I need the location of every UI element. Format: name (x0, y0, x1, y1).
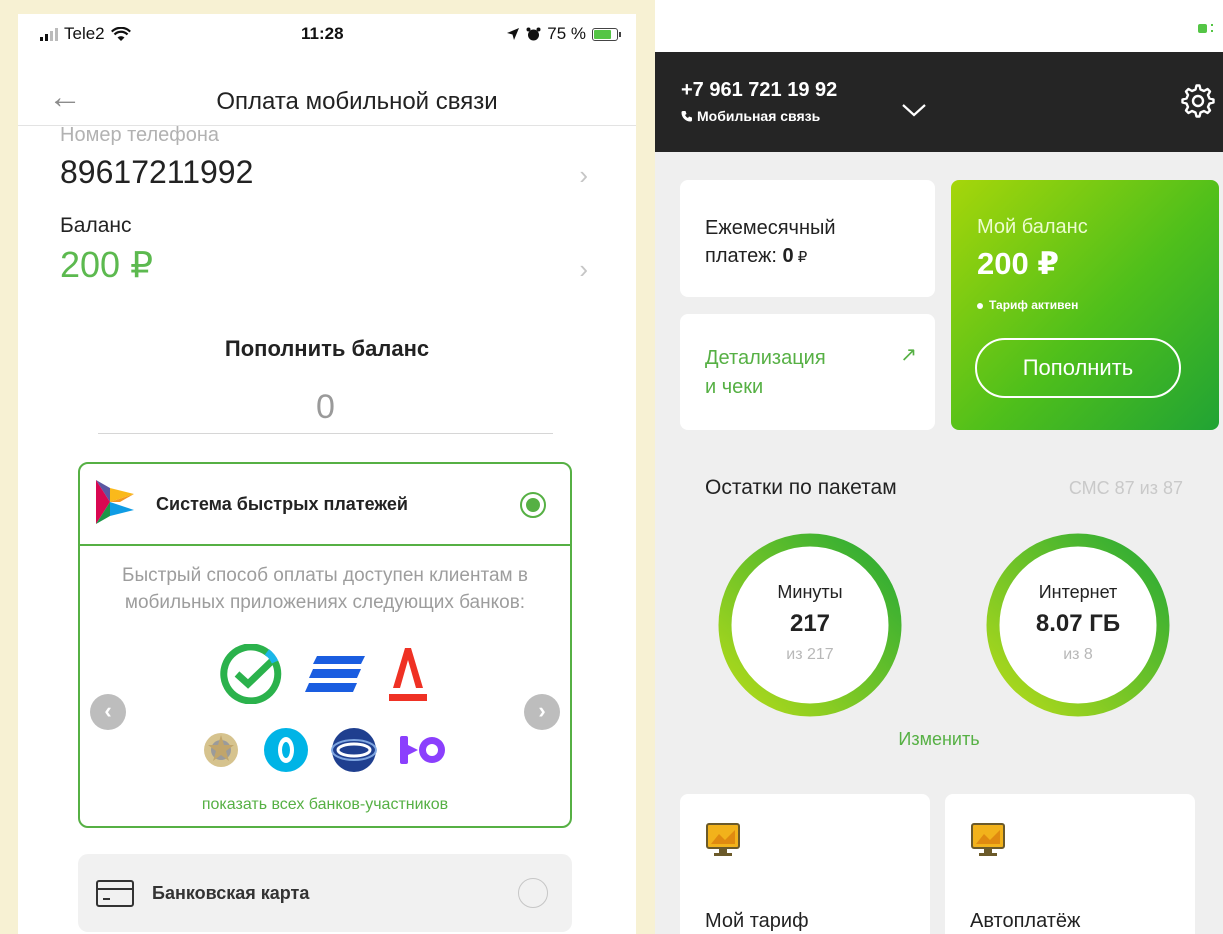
alfa-icon (389, 648, 427, 701)
sbp-logo-icon (96, 480, 134, 524)
otkritie-icon (264, 728, 308, 772)
phone-number-label: Номер телефона (60, 124, 220, 146)
gear-icon[interactable] (1181, 84, 1215, 118)
bank-card-option[interactable]: Банковская карта (78, 854, 572, 932)
alarm-icon (526, 27, 541, 40)
minutes-title: Минуты (777, 582, 843, 602)
status-bar (655, 0, 1223, 52)
location-icon (507, 28, 520, 40)
details-line1: Детализация (705, 347, 826, 369)
monthly-payment-amount: 0 (782, 245, 794, 267)
sbp-payment-option[interactable]: Система быстрых платежей Быстрый способ … (78, 462, 572, 828)
bank-card-label: Банковская карта (152, 883, 310, 903)
signal-icon (40, 27, 58, 41)
battery-percent: 75 % (547, 24, 586, 43)
external-arrow-icon: ↗ (900, 344, 917, 366)
sbp-title: Система быстрых платежей (156, 494, 408, 514)
vtb-icon (305, 656, 365, 692)
balance-label: Баланс (60, 214, 132, 237)
battery-icon (1198, 24, 1213, 33)
sbp-header[interactable]: Система быстрых платежей (80, 464, 570, 546)
chevron-down-icon[interactable] (901, 102, 927, 118)
chevron-right-icon[interactable]: › (579, 160, 588, 191)
my-balance-value: 200 ₽ (977, 246, 1059, 281)
autopay-tile[interactable]: Автоплатёж (945, 794, 1195, 934)
bank-card-radio[interactable] (518, 878, 548, 908)
monthly-payment-label: Ежемесячный (705, 217, 836, 239)
page-title: Оплата мобильной связи (216, 88, 498, 115)
monthly-payment-label-2: платеж: (705, 245, 783, 267)
internet-gauge[interactable]: Интернет 8.07 ГБ из 8 (983, 530, 1173, 720)
gazprombank-icon (331, 728, 377, 772)
bank-logos-row (80, 726, 570, 774)
autopay-label: Автоплатёж (970, 910, 1081, 932)
tariff-status: Тариф активен (977, 298, 1078, 312)
internet-total: из 8 (1063, 646, 1093, 663)
monthly-payment-currency: ₽ (793, 249, 808, 266)
monthly-payment-text: Ежемесячный платеж: 0 ₽ (705, 214, 836, 272)
left-screen: Tele2 11:28 75 % ← Оплата мобильной связ… (18, 14, 636, 934)
status-bar-left: Tele2 (40, 24, 131, 44)
details-line2: и чеки (705, 376, 764, 398)
show-all-banks-link[interactable]: показать всех банков-участников (80, 796, 570, 814)
topup-amount-input[interactable] (98, 382, 553, 434)
phone-icon (681, 111, 692, 122)
account-header: +7 961 721 19 92 Мобильная связь (655, 52, 1223, 152)
balance-value[interactable]: 200 ₽ (60, 244, 153, 286)
my-tariff-label: Мой тариф (705, 910, 809, 932)
balance-tile: Мой баланс 200 ₽ Тариф активен Пополнить (951, 180, 1219, 430)
minutes-gauge[interactable]: Минуты 217 из 217 (715, 530, 905, 720)
right-screen: +7 961 721 19 92 Мобильная связь Ежемеся… (655, 0, 1223, 934)
wifi-icon (110, 26, 131, 41)
monitor-icon (971, 823, 1005, 856)
account-service-label: Мобильная связь (697, 108, 821, 124)
phone-number-value[interactable]: 89617211992 (60, 154, 253, 191)
internet-value: 8.07 ГБ (1035, 610, 1121, 637)
account-service: Мобильная связь (681, 108, 820, 124)
nav-bar: ← Оплата мобильной связи (18, 66, 636, 126)
status-bar-right: 75 % (506, 24, 621, 44)
yoomoney-icon (400, 736, 445, 764)
change-packages-link[interactable]: Изменить (655, 729, 1223, 750)
account-phone[interactable]: +7 961 721 19 92 (681, 79, 837, 102)
carrier-label: Tele2 (64, 24, 105, 43)
rshb-icon (204, 733, 238, 767)
internet-title: Интернет (1038, 582, 1118, 602)
my-balance-label: Мой баланс (977, 216, 1088, 238)
chevron-right-icon[interactable]: › (579, 254, 588, 285)
details-tile[interactable]: Детализация и чеки ↗ (680, 314, 935, 430)
sber-icon (220, 644, 282, 704)
details-text: Детализация и чеки (705, 344, 826, 402)
topup-label: Пополнить баланс (224, 336, 430, 361)
minutes-value: 217 (789, 610, 831, 637)
battery-icon (592, 27, 621, 41)
minutes-total: из 217 (786, 646, 834, 663)
monitor-icon (706, 823, 740, 856)
sbp-radio-selected[interactable] (520, 492, 546, 518)
topup-button[interactable]: Пополнить (975, 338, 1181, 398)
packages-label: Остатки по пакетам (705, 476, 897, 499)
status-time: 11:28 (301, 24, 344, 43)
my-tariff-tile[interactable]: Мой тариф (680, 794, 930, 934)
monthly-payment-tile[interactable]: Ежемесячный платеж: 0 ₽ (680, 180, 935, 297)
bank-logos-row (80, 644, 570, 704)
sms-remaining: СМС 87 из 87 (1068, 478, 1183, 498)
credit-card-icon (96, 880, 134, 907)
sbp-description: Быстрый способ оплаты доступен клиентам … (122, 565, 528, 613)
